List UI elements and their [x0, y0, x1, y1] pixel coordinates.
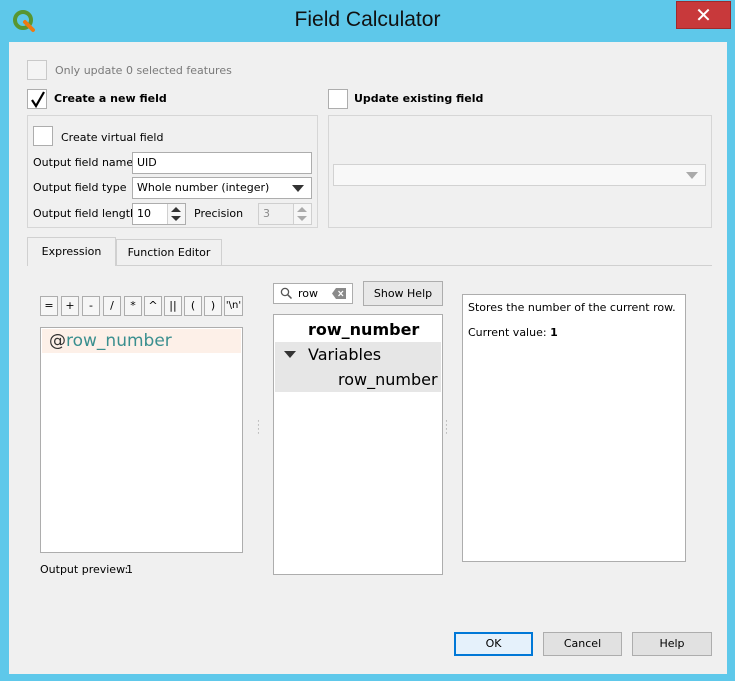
output-field-name-label: Output field name [33, 156, 134, 169]
spin-down-icon [171, 216, 181, 221]
spin-buttons[interactable] [167, 204, 185, 224]
expression-text: @row_number [49, 331, 172, 351]
tree-group-label: Variables [308, 345, 382, 364]
only-update-selected-checkbox[interactable] [27, 60, 47, 80]
precision-label: Precision [194, 207, 244, 220]
output-field-type-select[interactable]: Whole number (integer) [132, 177, 312, 199]
precision-value: 3 [263, 207, 270, 220]
update-existing-field-label: Update existing field [354, 92, 484, 105]
output-field-type-value: Whole number (integer) [137, 181, 270, 194]
tab-function-editor[interactable]: Function Editor [116, 239, 222, 265]
checkmark-icon [31, 91, 45, 109]
current-value-label: Current value: [468, 326, 547, 339]
spin-up-icon [297, 207, 307, 212]
spin-buttons[interactable] [293, 204, 311, 224]
window-title: Field Calculator [294, 8, 441, 31]
expand-arrow-icon[interactable] [284, 351, 296, 358]
expression-variable: row_number [66, 331, 172, 351]
operator-power-button[interactable]: ^ [144, 296, 162, 316]
splitter-handle-right[interactable]: · · · · [445, 418, 448, 439]
current-value: 1 [550, 326, 558, 339]
output-preview-value: 1 [126, 563, 133, 576]
spin-down-icon [297, 216, 307, 221]
precision-spinbox[interactable]: 3 [258, 203, 312, 225]
existing-field-select[interactable] [333, 164, 706, 186]
create-new-field-label: Create a new field [54, 92, 167, 105]
operator-concat-button[interactable]: || [164, 296, 182, 316]
operator-divide-button[interactable]: / [103, 296, 121, 316]
splitter-handle-left[interactable]: · · · · [257, 418, 260, 439]
operator-equals-button[interactable]: = [40, 296, 58, 316]
update-existing-field-checkbox[interactable] [328, 89, 348, 109]
only-update-selected-label: Only update 0 selected features [55, 64, 232, 77]
chevron-down-icon [292, 185, 304, 192]
help-button[interactable]: Help [632, 632, 712, 656]
function-tree[interactable]: row_number Variables row_number [273, 314, 443, 575]
help-panel: Stores the number of the current row. Cu… [462, 294, 686, 562]
help-current-value: Current value: 1 [468, 326, 558, 339]
show-help-button[interactable]: Show Help [363, 281, 443, 306]
tree-group-variables[interactable]: Variables [275, 342, 441, 367]
output-field-length-value: 10 [137, 207, 151, 220]
cancel-button[interactable]: Cancel [543, 632, 622, 656]
operator-minus-button[interactable]: - [82, 296, 100, 316]
output-field-length-spinbox[interactable]: 10 [132, 203, 186, 225]
operator-open-paren-button[interactable]: ( [184, 296, 202, 316]
tree-item-row-number-child[interactable]: row_number [275, 367, 441, 392]
tree-item-row-number-top[interactable]: row_number [275, 317, 441, 342]
tree-item-label: row_number [338, 370, 438, 389]
output-field-length-label: Output field length [33, 207, 138, 220]
search-icon [280, 287, 293, 300]
output-preview-label: Output preview: [40, 563, 129, 576]
chevron-down-icon [686, 172, 698, 179]
create-virtual-field-label: Create virtual field [61, 131, 164, 144]
spin-up-icon [171, 207, 181, 212]
expression-editor[interactable]: @row_number [40, 327, 243, 553]
clear-search-icon[interactable] [332, 288, 346, 299]
close-button[interactable]: ✕ [676, 1, 731, 29]
function-search-value: row [298, 287, 319, 300]
tab-expression[interactable]: Expression [27, 237, 116, 266]
operator-multiply-button[interactable]: * [124, 296, 142, 316]
operator-newline-button[interactable]: '\n' [224, 296, 243, 316]
output-field-name-input[interactable]: UID [132, 152, 312, 174]
help-description: Stores the number of the current row. [468, 301, 676, 314]
create-virtual-field-checkbox[interactable] [33, 126, 53, 146]
expression-at-sign: @ [49, 331, 66, 351]
operator-close-paren-button[interactable]: ) [204, 296, 222, 316]
operator-plus-button[interactable]: + [61, 296, 79, 316]
create-new-field-checkbox[interactable] [27, 89, 47, 109]
output-field-type-label: Output field type [33, 181, 127, 194]
tree-item-label: row_number [308, 320, 420, 339]
ok-button[interactable]: OK [454, 632, 533, 656]
